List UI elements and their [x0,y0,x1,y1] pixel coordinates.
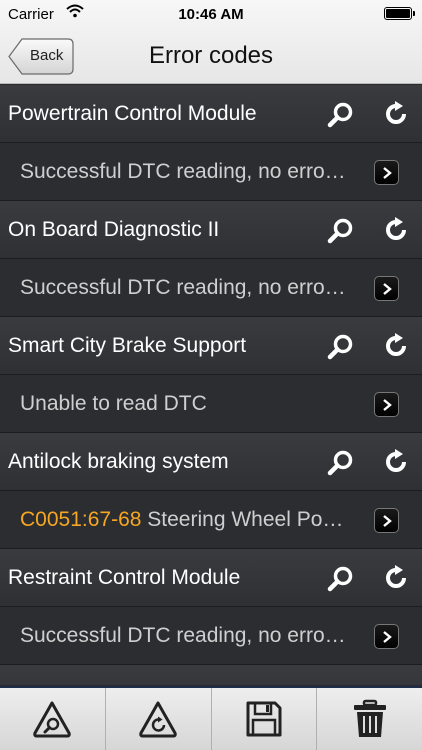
diagnose-button[interactable] [0,688,106,750]
module-name: Powertrain Control Module [8,102,257,125]
module-row[interactable]: Antilock braking system [0,433,422,491]
dtc-text: Successful DTC reading, no erro… [20,160,346,183]
chevron-right-icon[interactable] [374,624,399,649]
page-title: Error codes [148,42,274,69]
module-row-partial[interactable] [0,665,422,685]
chevron-right-icon[interactable] [374,160,399,185]
module-group: Smart City Brake Support Unable to read … [0,317,422,433]
dtc-text: Steering Wheel Po… [147,508,344,531]
dtc-code: C0051:67-68 [20,508,142,531]
chevron-right-icon[interactable] [374,276,399,301]
dtc-result-row[interactable]: Successful DTC reading, no erro… [0,143,422,201]
refresh-icon[interactable] [383,101,409,127]
dtc-message: Successful DTC reading, no erro… [20,160,370,184]
chevron-right-icon[interactable] [374,508,399,533]
refresh-icon[interactable] [383,449,409,475]
clear-diagnose-button[interactable] [106,688,212,750]
diagnose-icon [33,701,72,738]
clock: 10:46 AM [178,6,244,23]
dtc-message: Successful DTC reading, no erro… [20,276,370,300]
delete-button[interactable] [317,688,422,750]
chevron-right-icon[interactable] [374,392,399,417]
module-name: Restraint Control Module [8,566,241,589]
module-row[interactable]: On Board Diagnostic II [0,201,422,259]
save-icon [246,701,282,737]
dtc-text: Successful DTC reading, no erro… [20,276,346,299]
module-name: Antilock braking system [8,450,229,473]
search-icon[interactable] [327,449,355,477]
dtc-text: Unable to read DTC [20,392,207,415]
module-group: Restraint Control Module Successful DTC … [0,549,422,665]
module-group: On Board Diagnostic II Successful DTC re… [0,201,422,317]
dtc-text: Successful DTC reading, no erro… [20,624,346,647]
search-icon[interactable] [327,101,355,129]
trash-icon [353,699,386,737]
module-row[interactable]: Restraint Control Module [0,549,422,607]
bottom-toolbar [0,686,422,750]
error-codes-list[interactable]: Powertrain Control Module Successful DTC… [0,85,422,685]
module-group: Powertrain Control Module Successful DTC… [0,85,422,201]
refresh-icon[interactable] [383,217,409,243]
dtc-result-row[interactable]: Successful DTC reading, no erro… [0,607,422,665]
status-bar: Carrier 10:46 AM [0,0,422,28]
module-name: Smart City Brake Support [8,334,247,357]
module-row[interactable]: Powertrain Control Module [0,85,422,143]
search-icon[interactable] [327,333,355,361]
dtc-message: Unable to read DTC [20,392,370,416]
clear-diagnose-icon [139,701,177,738]
module-row[interactable]: Smart City Brake Support [0,317,422,375]
dtc-result-row[interactable]: Successful DTC reading, no erro… [0,259,422,317]
dtc-result-row[interactable]: Unable to read DTC [0,375,422,433]
battery-icon [384,7,415,20]
search-icon[interactable] [327,217,355,245]
dtc-message: Successful DTC reading, no erro… [20,624,370,648]
module-group: Antilock braking system C0051:67-68 Stee… [0,433,422,549]
top-bar: Carrier 10:46 AM Back Error codes [0,0,422,84]
module-name: On Board Diagnostic II [8,218,220,241]
save-button[interactable] [212,688,318,750]
dtc-result-row[interactable]: C0051:67-68 Steering Wheel Po… [0,491,422,549]
refresh-icon[interactable] [383,333,409,359]
refresh-icon[interactable] [383,565,409,591]
dtc-message: C0051:67-68 Steering Wheel Po… [20,508,370,532]
search-icon[interactable] [327,565,355,593]
